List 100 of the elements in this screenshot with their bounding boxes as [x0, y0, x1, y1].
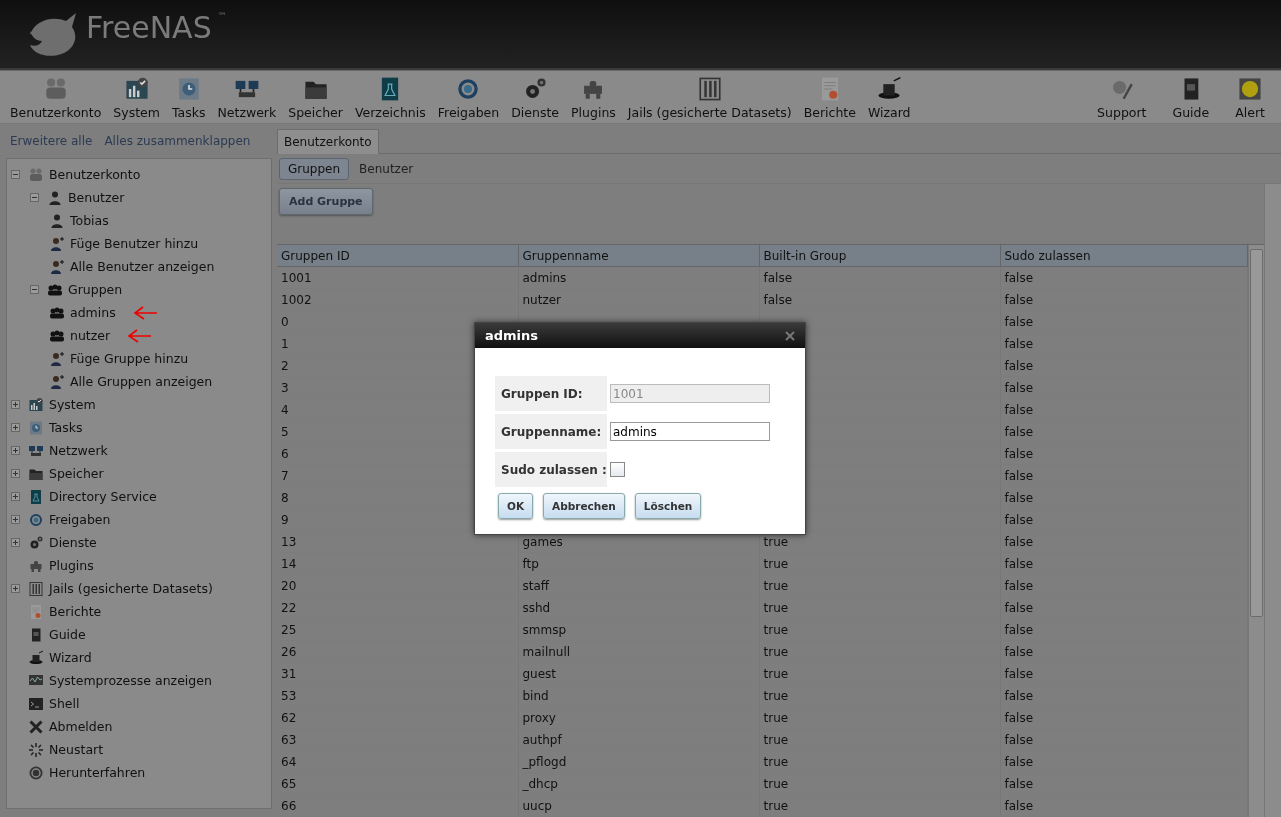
collapse-toggle[interactable]: [11, 170, 23, 179]
terminal-icon: [28, 695, 44, 712]
expand-toggle[interactable]: [11, 400, 23, 409]
tree-item[interactable]: System: [49, 397, 96, 412]
add-user-icon: [49, 350, 65, 367]
column-header[interactable]: Gruppen ID: [277, 245, 518, 267]
tree-item[interactable]: Dienste: [49, 535, 97, 550]
table-cell: false: [1000, 508, 1248, 531]
add-group-button[interactable]: Add Gruppe: [279, 188, 373, 215]
tree-item[interactable]: Neustart: [49, 742, 104, 757]
columns-icon: [28, 580, 44, 597]
table-cell: false: [1000, 728, 1248, 751]
toolbar-button[interactable]: Netzwerk: [211, 71, 283, 123]
tree-item[interactable]: Plugins: [49, 558, 94, 573]
tree-item[interactable]: Tasks: [49, 420, 83, 435]
sub-tab[interactable]: Gruppen: [279, 157, 350, 180]
text-field[interactable]: admins: [610, 422, 770, 441]
collapse-toggle[interactable]: [30, 285, 42, 294]
table-cell: false: [1000, 486, 1248, 509]
table-cell: false: [1000, 684, 1248, 707]
toolbar-button[interactable]: Berichte: [797, 71, 862, 123]
table-cell: false: [1000, 464, 1248, 487]
checkbox[interactable]: [610, 462, 625, 477]
scrollbar[interactable]: [1248, 245, 1264, 817]
close-icon[interactable]: [785, 330, 795, 341]
sub-tab[interactable]: Benutzer: [351, 158, 422, 179]
toolbar-button[interactable]: Speicher: [282, 71, 349, 123]
column-header[interactable]: Sudo zulassen: [1000, 245, 1248, 267]
column-header[interactable]: Built-in Group: [759, 245, 1000, 267]
tree-item[interactable]: Jails (gesicherte Datasets): [49, 581, 213, 596]
toolbar-button[interactable]: Benutzerkonto: [4, 71, 108, 123]
table-cell: false: [1000, 772, 1248, 795]
toolbar-button[interactable]: Jails (gesicherte Datasets): [621, 71, 798, 123]
expand-toggle[interactable]: [11, 584, 23, 593]
tree-item[interactable]: Herunterfahren: [49, 765, 146, 780]
tree-item[interactable]: Benutzerkonto: [49, 167, 141, 182]
column-header[interactable]: Gruppenname: [518, 245, 759, 267]
tree-item[interactable]: Shell: [49, 696, 80, 711]
tree-item[interactable]: Guide: [49, 627, 86, 642]
toolbar-button[interactable]: Alert: [1229, 71, 1271, 123]
dialog-button[interactable]: Löschen: [634, 493, 702, 519]
toolbar-button[interactable]: Wizard: [861, 71, 917, 123]
table-cell: ftp: [518, 552, 759, 575]
dialog-button[interactable]: OK: [498, 493, 534, 519]
toolbar-button[interactable]: Plugins: [565, 71, 622, 123]
toolbar-button[interactable]: Tasks: [165, 71, 212, 123]
table-cell: false: [1000, 442, 1248, 465]
columns-icon: [696, 76, 723, 102]
table-cell: false: [1000, 640, 1248, 663]
tree-item[interactable]: nutzer: [70, 328, 111, 343]
dialog-button[interactable]: Abbrechen: [543, 493, 625, 519]
collapse-toggle[interactable]: [30, 193, 42, 202]
tree-item[interactable]: Wizard: [49, 650, 92, 665]
toolbar-button[interactable]: System: [107, 71, 166, 123]
tab[interactable]: Benutzerkonto: [277, 129, 379, 154]
table-cell: admins: [518, 266, 759, 289]
tree-item[interactable]: Gruppen: [68, 282, 123, 297]
tree-item[interactable]: Alle Benutzer anzeigen: [70, 259, 215, 274]
tree-link[interactable]: Alles zusammenklappen: [104, 134, 251, 148]
tree-item[interactable]: Netzwerk: [49, 443, 108, 458]
tree-link[interactable]: Erweitere alle: [10, 134, 93, 148]
expand-toggle[interactable]: [11, 423, 23, 432]
tree-item[interactable]: Berichte: [49, 604, 102, 619]
expand-toggle[interactable]: [11, 469, 23, 478]
toolbar-button[interactable]: Guide: [1166, 71, 1216, 123]
expand-toggle[interactable]: [11, 538, 23, 547]
tree-item[interactable]: Alle Gruppen anzeigen: [70, 374, 213, 389]
field-label: Gruppen ID:: [495, 376, 607, 411]
table-cell: false: [1000, 398, 1248, 421]
table-cell: 22: [277, 596, 518, 619]
users-icon: [28, 166, 44, 183]
tree-item[interactable]: Füge Benutzer hinzu: [70, 236, 199, 251]
table-cell: false: [1000, 662, 1248, 685]
table-cell: 64: [277, 750, 518, 773]
tree-item[interactable]: Speicher: [49, 466, 104, 481]
tree-item[interactable]: Abmelden: [49, 719, 113, 734]
expand-toggle[interactable]: [11, 515, 23, 524]
tree-item[interactable]: Directory Service: [49, 489, 157, 504]
tree-item[interactable]: Benutzer: [68, 190, 125, 205]
scrollbar[interactable]: [1264, 184, 1281, 817]
tree-item[interactable]: admins: [70, 305, 116, 320]
table-cell: guest: [518, 662, 759, 685]
expand-toggle[interactable]: [11, 492, 23, 501]
table-cell: 14: [277, 552, 518, 575]
chart-icon: [28, 396, 44, 413]
tree-item[interactable]: Tobias: [70, 213, 109, 228]
trademark: ™: [217, 11, 227, 21]
field-label: Gruppenname:: [495, 414, 607, 449]
toolbar-button[interactable]: Dienste: [505, 71, 566, 123]
expand-toggle[interactable]: [11, 446, 23, 455]
toolbar-button[interactable]: Support: [1091, 71, 1153, 123]
restart-icon: [28, 741, 44, 758]
tree-item[interactable]: Freigaben: [49, 512, 111, 527]
table-cell: false: [1000, 310, 1248, 333]
tree-item[interactable]: Füge Gruppe hinzu: [70, 351, 189, 366]
toolbar-button[interactable]: Freigaben: [431, 71, 506, 123]
tree-item[interactable]: Systemprozesse anzeigen: [49, 673, 212, 688]
add-user-icon: [49, 373, 65, 390]
toolbar-button[interactable]: Verzeichnis: [348, 71, 432, 123]
chart-icon: [123, 76, 150, 102]
